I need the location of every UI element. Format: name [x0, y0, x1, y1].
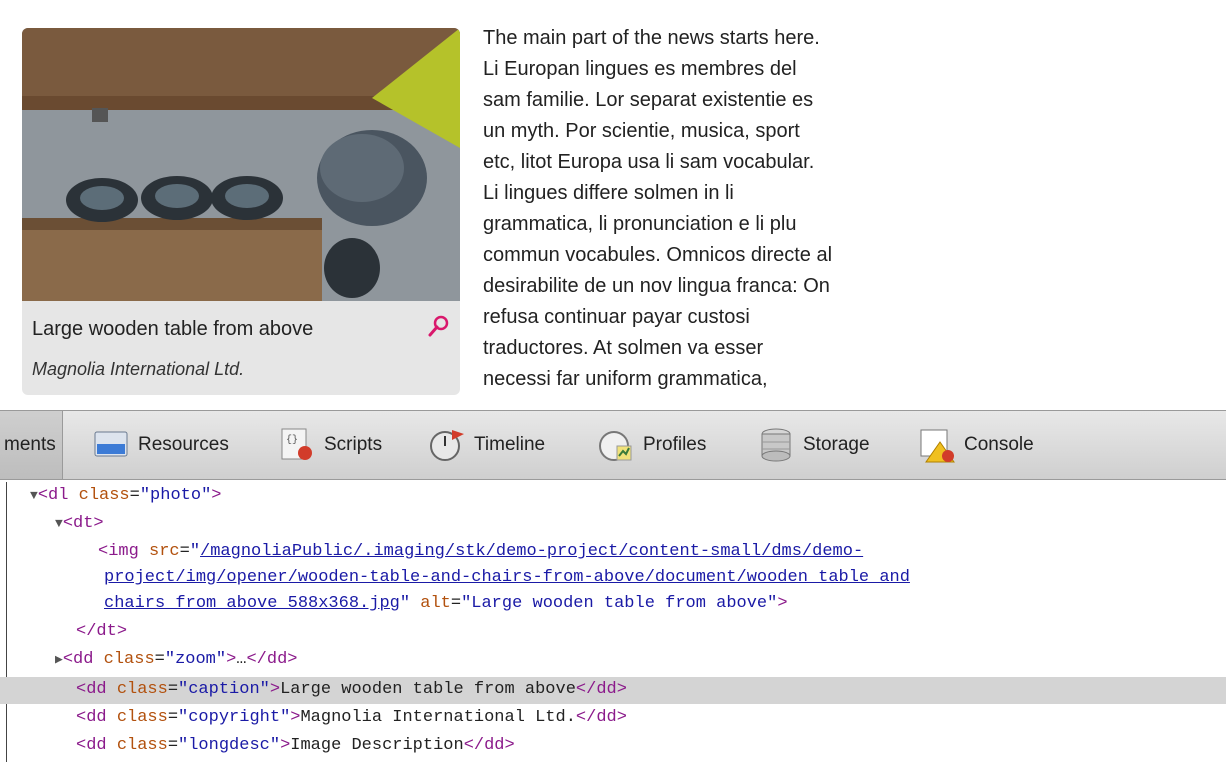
img-src-link[interactable]: /magnoliaPublic/.imaging/stk/demo-projec… [200, 542, 863, 561]
scripts-icon: {} [281, 428, 312, 460]
tree-node-dt[interactable]: ▼<dt> [55, 512, 104, 536]
expand-triangle-icon[interactable]: ▼ [55, 516, 63, 531]
img-src-link[interactable]: project/img/opener/wooden-table-and-chai… [104, 568, 910, 587]
console-icon [920, 429, 955, 463]
img-src-link[interactable]: chairs from above 588x368.jpg [104, 594, 400, 613]
tree-node-dd-caption[interactable]: <dd class="caption">Large wooden table f… [76, 678, 627, 702]
tree-node-dl[interactable]: ▼<dl class="photo"> [30, 484, 221, 508]
tab-label: Profiles [643, 434, 707, 455]
news-line: un myth. Por scientie, musica, sport [483, 120, 800, 142]
news-line: sam familie. Lor separat existentie es [483, 89, 814, 111]
news-line: Li lingues differe solmen in li [483, 182, 734, 204]
timeline-icon [430, 430, 464, 461]
news-line: Li Europan lingues es membres del [483, 58, 797, 80]
expand-triangle-icon[interactable]: ▼ [30, 488, 38, 503]
devtools-panel: ments Resources {} Scripts Timeline Prof… [0, 410, 1226, 763]
tree-guide-line [6, 482, 7, 762]
storage-icon [761, 428, 791, 462]
photo-copyright: Magnolia International Ltd. [32, 359, 245, 379]
img-src-continuation: project/img/opener/wooden-table-and-chai… [104, 566, 910, 590]
devtools-toolbar: ments Resources {} Scripts Timeline Prof… [0, 410, 1226, 480]
news-line: etc, litot Europa usa li sam vocabular. [483, 151, 815, 173]
tab-label: Timeline [474, 434, 546, 455]
news-line: commun vocabules. Omnicos directe al [483, 244, 833, 266]
tree-node-dt-close: </dt> [76, 622, 128, 641]
tree-node-img[interactable]: <img src="/magnoliaPublic/.imaging/stk/d… [98, 540, 863, 564]
profiles-icon [599, 431, 632, 461]
photo-image[interactable] [22, 28, 460, 301]
tab-storage[interactable]: Storage [757, 425, 870, 465]
tab-elements[interactable]: ments [0, 411, 63, 479]
news-body: The main part of the news starts here. L… [483, 23, 953, 395]
tab-label: ments [4, 434, 56, 455]
news-line: desirabilite de un nov lingua franca: On [483, 275, 830, 297]
tab-console[interactable]: Console [918, 425, 1034, 465]
tab-scripts[interactable]: {} Scripts [278, 425, 382, 465]
tab-label: Resources [138, 434, 229, 455]
news-line: grammatica, li pronunciation e li plu [483, 213, 797, 235]
svg-text:{}: {} [286, 434, 298, 446]
news-line: necessi far uniform grammatica, [483, 368, 768, 390]
tree-node-dd-zoom[interactable]: ▶<dd class="zoom">…</dd> [55, 648, 298, 672]
tab-label: Scripts [324, 434, 383, 455]
resources-icon [94, 431, 128, 457]
photo-caption: Large wooden table from above [32, 318, 314, 340]
tab-timeline[interactable]: Timeline [428, 425, 545, 465]
tab-resources[interactable]: Resources [92, 425, 229, 465]
tab-label: Storage [803, 434, 870, 455]
tree-node-dd-longdesc[interactable]: <dd class="longdesc">Image Description</… [76, 734, 515, 758]
rendered-page: Large wooden table from above Magnolia I… [0, 0, 1226, 410]
photo-card: Large wooden table from above Magnolia I… [22, 28, 460, 395]
tab-profiles[interactable]: Profiles [597, 425, 706, 465]
collapse-triangle-icon[interactable]: ▶ [55, 652, 63, 667]
news-line: refusa continuar payar custosi [483, 306, 750, 328]
news-line: traductores. At solmen va esser [483, 337, 764, 359]
news-line: The main part of the news starts here. [483, 27, 820, 49]
tab-label: Console [964, 434, 1034, 455]
img-src-continuation: chairs from above 588x368.jpg" alt="Larg… [104, 594, 788, 613]
zoom-icon[interactable] [427, 314, 451, 338]
tree-node-dd-copyright[interactable]: <dd class="copyright">Magnolia Internati… [76, 706, 627, 730]
